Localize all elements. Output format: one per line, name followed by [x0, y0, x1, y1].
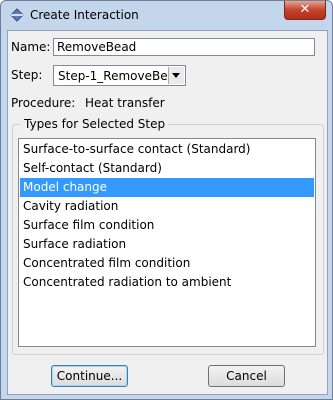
- continue-button[interactable]: Continue...: [51, 365, 128, 387]
- list-item[interactable]: Concentrated film condition: [20, 254, 314, 273]
- list-item[interactable]: Surface-to-surface contact (Standard): [20, 140, 314, 159]
- step-select[interactable]: Step-1_RemoveBead: [53, 65, 186, 86]
- list-item[interactable]: Concentrated radiation to ambient: [20, 273, 314, 292]
- types-list[interactable]: Surface-to-surface contact (Standard) Se…: [18, 138, 316, 347]
- title-bar[interactable]: Create Interaction ✕: [1, 1, 332, 29]
- window-title: Create Interaction: [30, 8, 139, 22]
- list-item[interactable]: Surface radiation: [20, 235, 314, 254]
- procedure-label: Procedure:: [11, 96, 76, 110]
- list-item[interactable]: Self-contact (Standard): [20, 159, 314, 178]
- types-group-title: Types for Selected Step: [21, 117, 169, 131]
- close-icon: ✕: [299, 2, 311, 17]
- dialog-body: Name: RemoveBead Step: Step-1_RemoveBead…: [7, 30, 328, 395]
- name-field[interactable]: RemoveBead: [53, 38, 315, 56]
- chevron-down-icon[interactable]: [168, 67, 184, 84]
- cancel-button[interactable]: Cancel: [208, 365, 285, 387]
- list-item-selected[interactable]: Model change: [20, 178, 314, 197]
- types-group: Types for Selected Step Surface-to-surfa…: [12, 117, 324, 355]
- procedure-value: Heat transfer: [85, 96, 165, 110]
- list-item[interactable]: Cavity radiation: [20, 197, 314, 216]
- name-label: Name:: [11, 40, 51, 54]
- create-interaction-dialog: Create Interaction ✕ Name: RemoveBead St…: [0, 0, 333, 400]
- app-icon: [10, 8, 24, 22]
- step-value: Step-1_RemoveBead: [58, 69, 183, 83]
- close-button[interactable]: ✕: [284, 1, 326, 20]
- list-item[interactable]: Surface film condition: [20, 216, 314, 235]
- step-label: Step:: [11, 68, 43, 82]
